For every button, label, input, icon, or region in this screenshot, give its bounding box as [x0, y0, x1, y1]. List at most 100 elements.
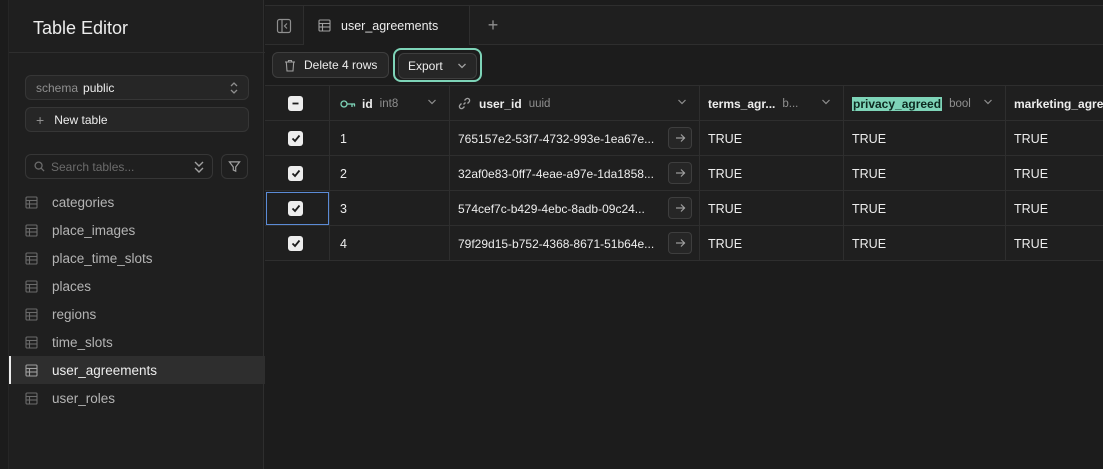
schema-select-label: schema	[36, 80, 79, 95]
cell-value: TRUE	[852, 166, 887, 181]
cell-marketing-agreed[interactable]: TRUE	[1006, 191, 1103, 226]
column-name: user_id	[479, 96, 522, 111]
cell-terms-agreed[interactable]: TRUE	[700, 226, 844, 261]
select-all-checkbox[interactable]	[288, 96, 303, 111]
column-type: bool	[949, 97, 971, 110]
cell-marketing-agreed[interactable]: TRUE	[1006, 156, 1103, 191]
sort-chevrons-icon[interactable]	[192, 159, 206, 175]
table-item-user-roles[interactable]: user_roles	[9, 384, 265, 412]
delete-rows-button[interactable]: Delete 4 rows	[272, 52, 389, 78]
column-name: terms_agr...	[708, 96, 776, 111]
tab-label: user_agreements	[341, 18, 439, 33]
key-icon	[340, 99, 356, 108]
table-icon	[25, 279, 38, 293]
cell-user-id[interactable]: 765157e2-53f7-4732-993e-1ea67e...	[450, 121, 700, 156]
column-name: id	[362, 96, 373, 111]
row-select-cell	[265, 191, 330, 226]
table-item-place-images[interactable]: place_images	[9, 216, 265, 244]
cell-user-id[interactable]: 79f29d15-b752-4368-8671-51b64e...	[450, 226, 700, 261]
cell-value: 765157e2-53f7-4732-993e-1ea67e...	[458, 131, 655, 146]
chevron-down-icon[interactable]	[821, 98, 831, 106]
cell-value: 3	[340, 201, 347, 216]
cell-id[interactable]: 3	[330, 191, 450, 226]
cell-privacy-agreed[interactable]: TRUE	[844, 226, 1006, 261]
table-icon	[25, 223, 38, 237]
search-tables-box	[25, 154, 213, 179]
chevron-down-icon[interactable]	[983, 98, 993, 106]
go-to-reference-button[interactable]	[668, 162, 692, 184]
export-label: Export	[408, 59, 443, 73]
cell-value: TRUE	[708, 201, 743, 216]
cell-privacy-agreed[interactable]: TRUE	[844, 121, 1006, 156]
cell-value: TRUE	[708, 236, 743, 251]
schema-select-value: public	[83, 80, 115, 95]
filter-icon	[228, 161, 241, 173]
column-header-terms-agreed[interactable]: terms_agr... b...	[700, 86, 844, 121]
cell-user-id[interactable]: 32af0e83-0ff7-4eae-a97e-1da1858...	[450, 156, 700, 191]
tab-user-agreements[interactable]: user_agreements	[304, 6, 470, 45]
select-all-cell	[265, 86, 330, 121]
row-checkbox[interactable]	[288, 166, 303, 181]
main-panel: user_agreements + Delete 4 rows Export i…	[265, 0, 1103, 469]
arrow-right-icon	[675, 134, 685, 142]
cell-id[interactable]: 2	[330, 156, 450, 191]
cell-terms-agreed[interactable]: TRUE	[700, 121, 844, 156]
table-item-places[interactable]: places	[9, 272, 265, 300]
table-icon	[25, 363, 38, 377]
new-table-button[interactable]: + New table	[25, 107, 249, 132]
table-item-label: regions	[52, 306, 97, 322]
cell-user-id[interactable]: 574cef7c-b429-4ebc-8adb-09c24...	[450, 191, 700, 226]
sidebar-title: Table Editor	[33, 18, 129, 38]
row-checkbox[interactable]	[288, 236, 303, 251]
cell-marketing-agreed[interactable]: TRUE	[1006, 226, 1103, 261]
table-row[interactable]: 1 765157e2-53f7-4732-993e-1ea67e... TRUE…	[265, 121, 1103, 156]
column-header-privacy-agreed[interactable]: privacy_agreed bool	[844, 86, 1006, 121]
table-item-place-time-slots[interactable]: place_time_slots	[9, 244, 265, 272]
table-item-time-slots[interactable]: time_slots	[9, 328, 265, 356]
cell-value: TRUE	[708, 166, 743, 181]
row-select-cell	[265, 226, 330, 261]
row-checkbox[interactable]	[288, 131, 303, 146]
cell-value: TRUE	[708, 131, 743, 146]
cell-value: 2	[340, 166, 347, 181]
table-item-regions[interactable]: regions	[9, 300, 265, 328]
table-row[interactable]: 4 79f29d15-b752-4368-8671-51b64e... TRUE…	[265, 226, 1103, 261]
plus-icon: +	[36, 111, 45, 128]
grid-toolbar: Delete 4 rows Export	[265, 46, 1103, 86]
cell-privacy-agreed[interactable]: TRUE	[844, 156, 1006, 191]
sidebar-divider	[9, 52, 265, 53]
table-item-label: user_agreements	[52, 362, 158, 378]
table-item-categories[interactable]: categories	[9, 188, 265, 216]
cell-marketing-agreed[interactable]: TRUE	[1006, 121, 1103, 156]
table-item-label: user_roles	[52, 390, 116, 406]
schema-select[interactable]: schema public	[25, 75, 249, 100]
cell-id[interactable]: 4	[330, 226, 450, 261]
cell-terms-agreed[interactable]: TRUE	[700, 191, 844, 226]
table-row[interactable]: 2 32af0e83-0ff7-4eae-a97e-1da1858... TRU…	[265, 156, 1103, 191]
column-header-marketing-agreed[interactable]: marketing_agree	[1006, 86, 1103, 121]
cell-privacy-agreed[interactable]: TRUE	[844, 191, 1006, 226]
table-item-label: time_slots	[52, 334, 113, 350]
table-item-user-agreements[interactable]: user_agreements	[9, 356, 265, 384]
column-header-user-id[interactable]: user_id uuid	[450, 86, 700, 121]
cell-terms-agreed[interactable]: TRUE	[700, 156, 844, 191]
go-to-reference-button[interactable]	[668, 197, 692, 219]
chevron-down-icon[interactable]	[677, 98, 687, 106]
column-type: b...	[782, 97, 799, 110]
table-icon	[318, 19, 331, 32]
table-row[interactable]: 3 574cef7c-b429-4ebc-8adb-09c24... TRUE …	[265, 191, 1103, 226]
table-item-label: place_time_slots	[52, 250, 153, 266]
grid-empty-area	[265, 262, 1103, 469]
export-button[interactable]: Export	[398, 53, 477, 79]
filter-button[interactable]	[221, 154, 248, 179]
collapse-sidebar-icon[interactable]	[275, 17, 293, 35]
go-to-reference-button[interactable]	[668, 232, 692, 254]
search-tables-input[interactable]	[51, 159, 181, 174]
column-header-id[interactable]: id int8	[330, 86, 450, 121]
cell-id[interactable]: 1	[330, 121, 450, 156]
row-checkbox[interactable]	[288, 201, 303, 216]
go-to-reference-button[interactable]	[668, 127, 692, 149]
chevron-down-icon[interactable]	[427, 98, 437, 106]
add-tab-icon[interactable]: +	[485, 15, 501, 35]
chevron-up-down-icon	[230, 82, 238, 94]
